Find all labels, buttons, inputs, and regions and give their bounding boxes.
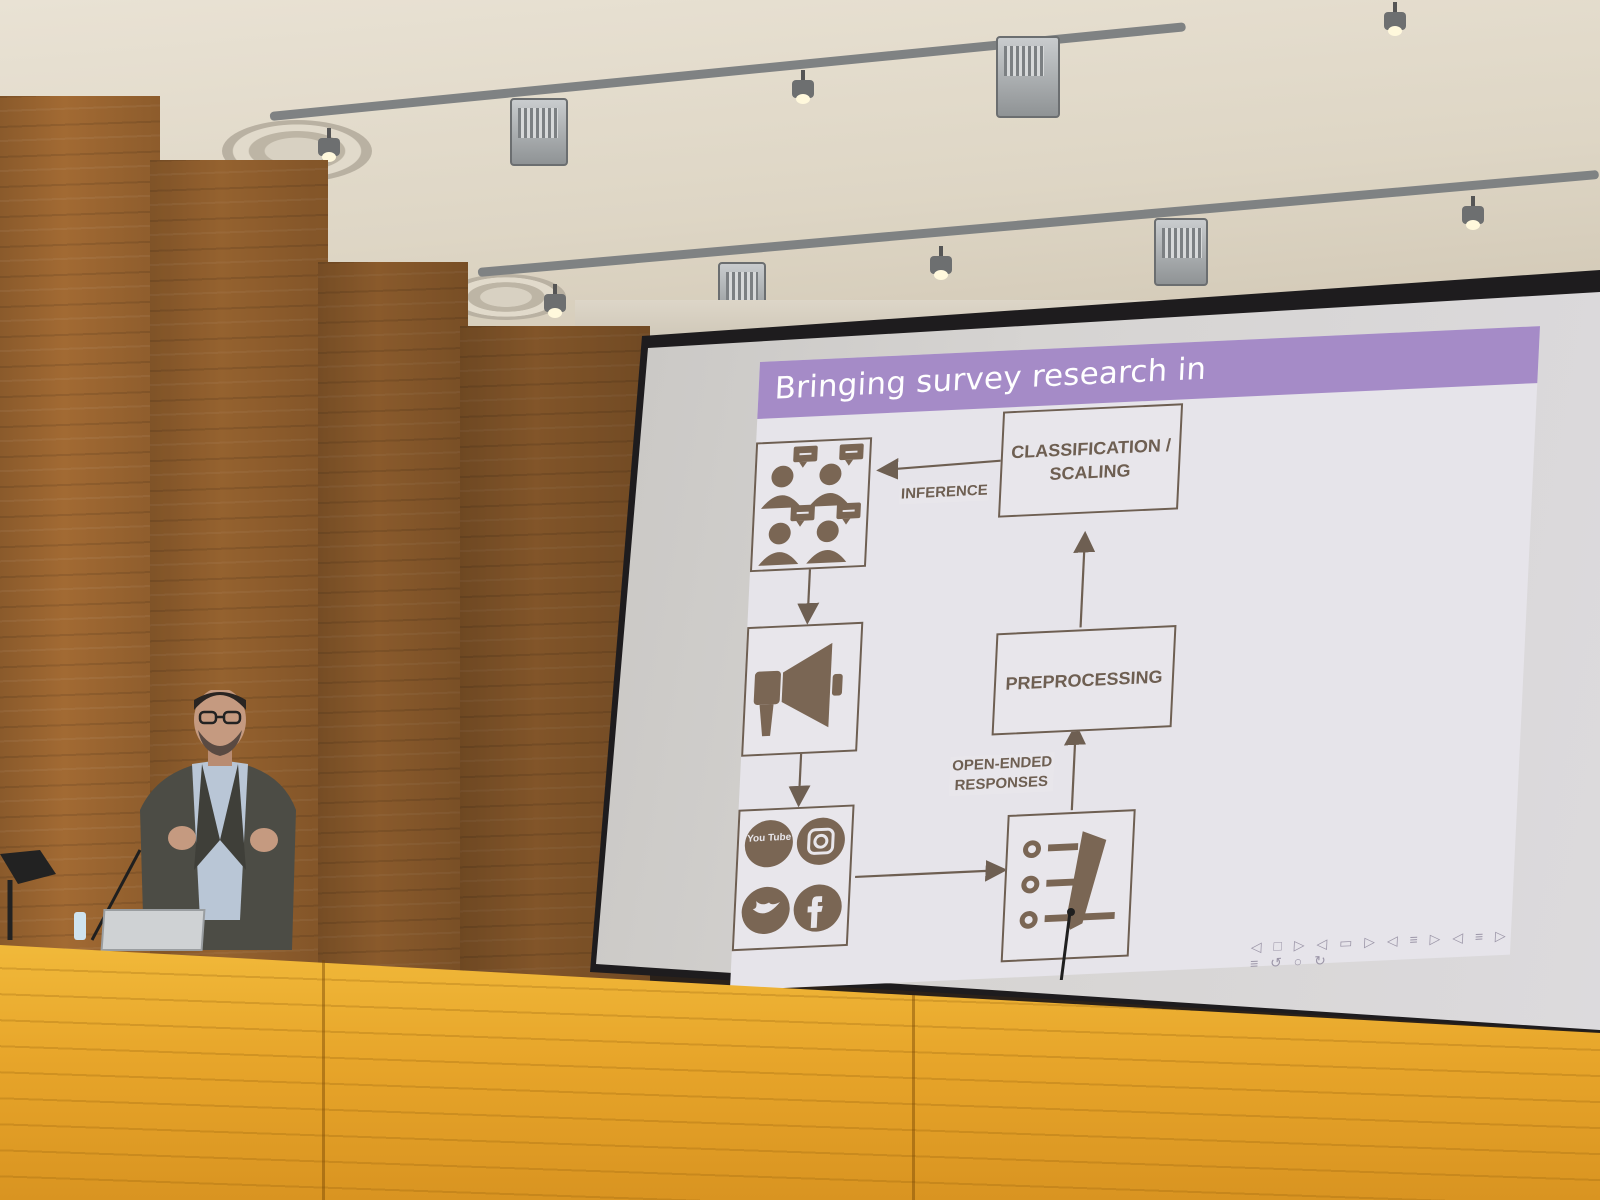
megaphone-box [741, 621, 864, 757]
classification-box: CLASSIFICATION / SCALING [998, 403, 1184, 518]
desk-seam [322, 960, 325, 1200]
megaphone-icon [753, 642, 843, 737]
ceiling-projector [510, 98, 568, 166]
arrow-inference [876, 457, 1001, 480]
arrow-survey-to-preprocessing [1063, 723, 1086, 811]
spotlight [1384, 2, 1406, 36]
audience-box [749, 437, 873, 573]
open-ended-label: OPEN-ENDED RESPONSES [948, 752, 1055, 797]
arrow-preprocessing-to-classification [1073, 530, 1096, 628]
spotlight [930, 246, 952, 280]
audience-speech-icon [758, 443, 864, 566]
spotlight [318, 128, 340, 162]
desk-seam [912, 995, 915, 1200]
desk-equipment [0, 849, 1075, 980]
spotlight [792, 70, 814, 104]
arrow-megaphone-to-social [788, 751, 811, 808]
inference-label: INFERENCE [898, 480, 990, 505]
preprocessing-box: PREPROCESSING [991, 625, 1177, 736]
preprocessing-label: PREPROCESSING [1005, 666, 1164, 694]
lecture-hall-scene: Bringing survey research in You Tube CLA… [0, 0, 1600, 1200]
spotlight [1462, 196, 1484, 230]
arrow-audience-to-megaphone [797, 567, 820, 625]
spotlight [544, 284, 566, 318]
ceiling-projector [996, 36, 1060, 118]
classification-label: CLASSIFICATION / SCALING [1010, 435, 1172, 484]
ceiling-projector [1154, 218, 1208, 286]
